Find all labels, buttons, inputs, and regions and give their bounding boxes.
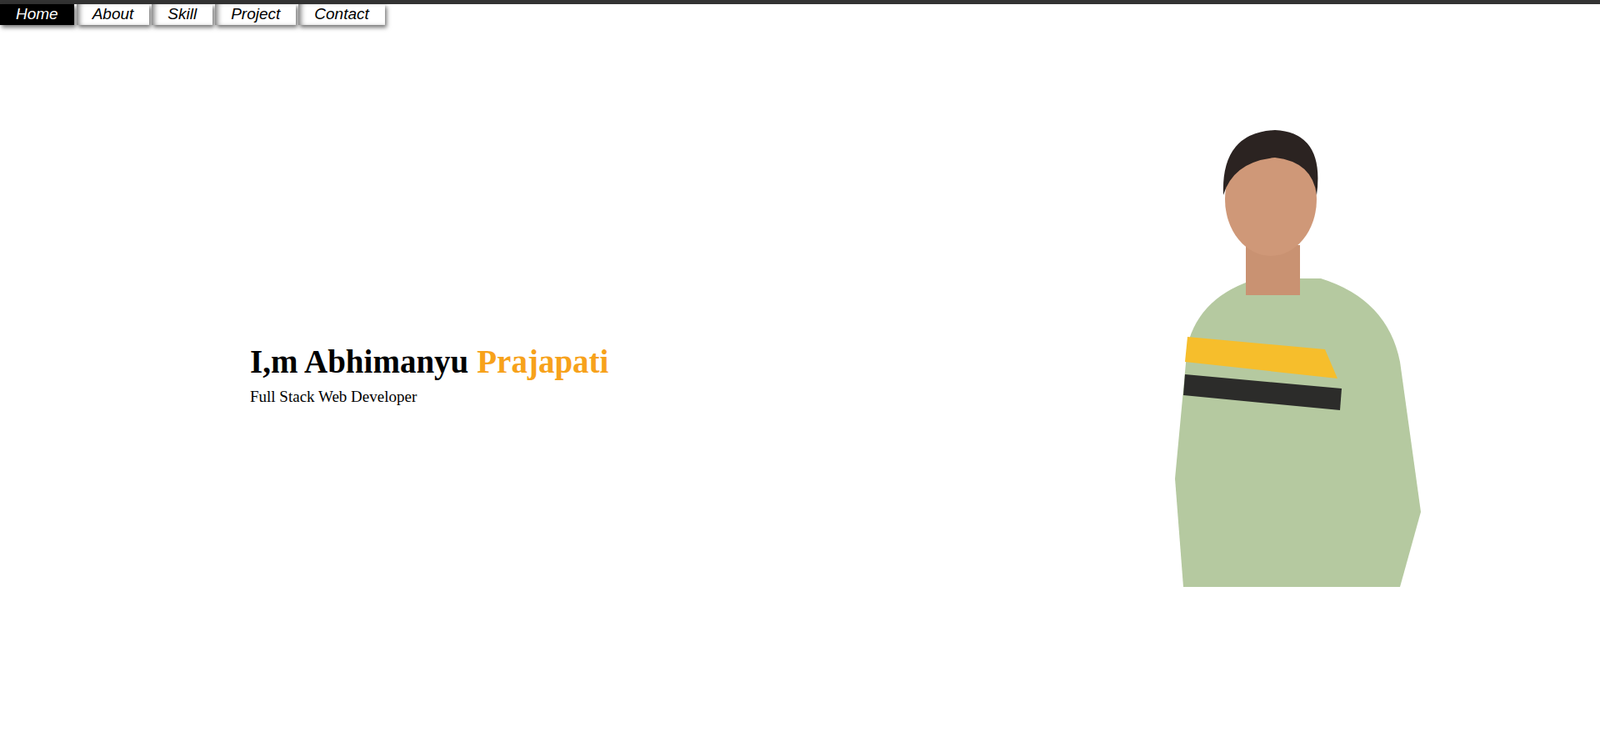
hero-section: I,m AbhimanyuPrajapati Full Stack Web De…: [0, 120, 1600, 587]
hero-highlight: Prajapati: [476, 343, 609, 380]
nav-item[interactable]: Project: [215, 4, 296, 25]
nav-item[interactable]: Home: [0, 4, 75, 25]
hero-subtitle: Full Stack Web Developer: [250, 385, 609, 410]
nav-item[interactable]: Skill: [151, 4, 213, 25]
hero-name: I,m Abhimanyu: [250, 343, 469, 380]
nav-item[interactable]: About: [76, 4, 150, 25]
nav-item[interactable]: Contact: [298, 4, 385, 25]
hero-title: I,m AbhimanyuPrajapati: [250, 342, 609, 382]
intro: I,m AbhimanyuPrajapati Full Stack Web De…: [250, 342, 609, 409]
profile-photo: [1150, 120, 1422, 587]
main-nav: HomeAboutSkillProjectContact: [0, 4, 1600, 25]
